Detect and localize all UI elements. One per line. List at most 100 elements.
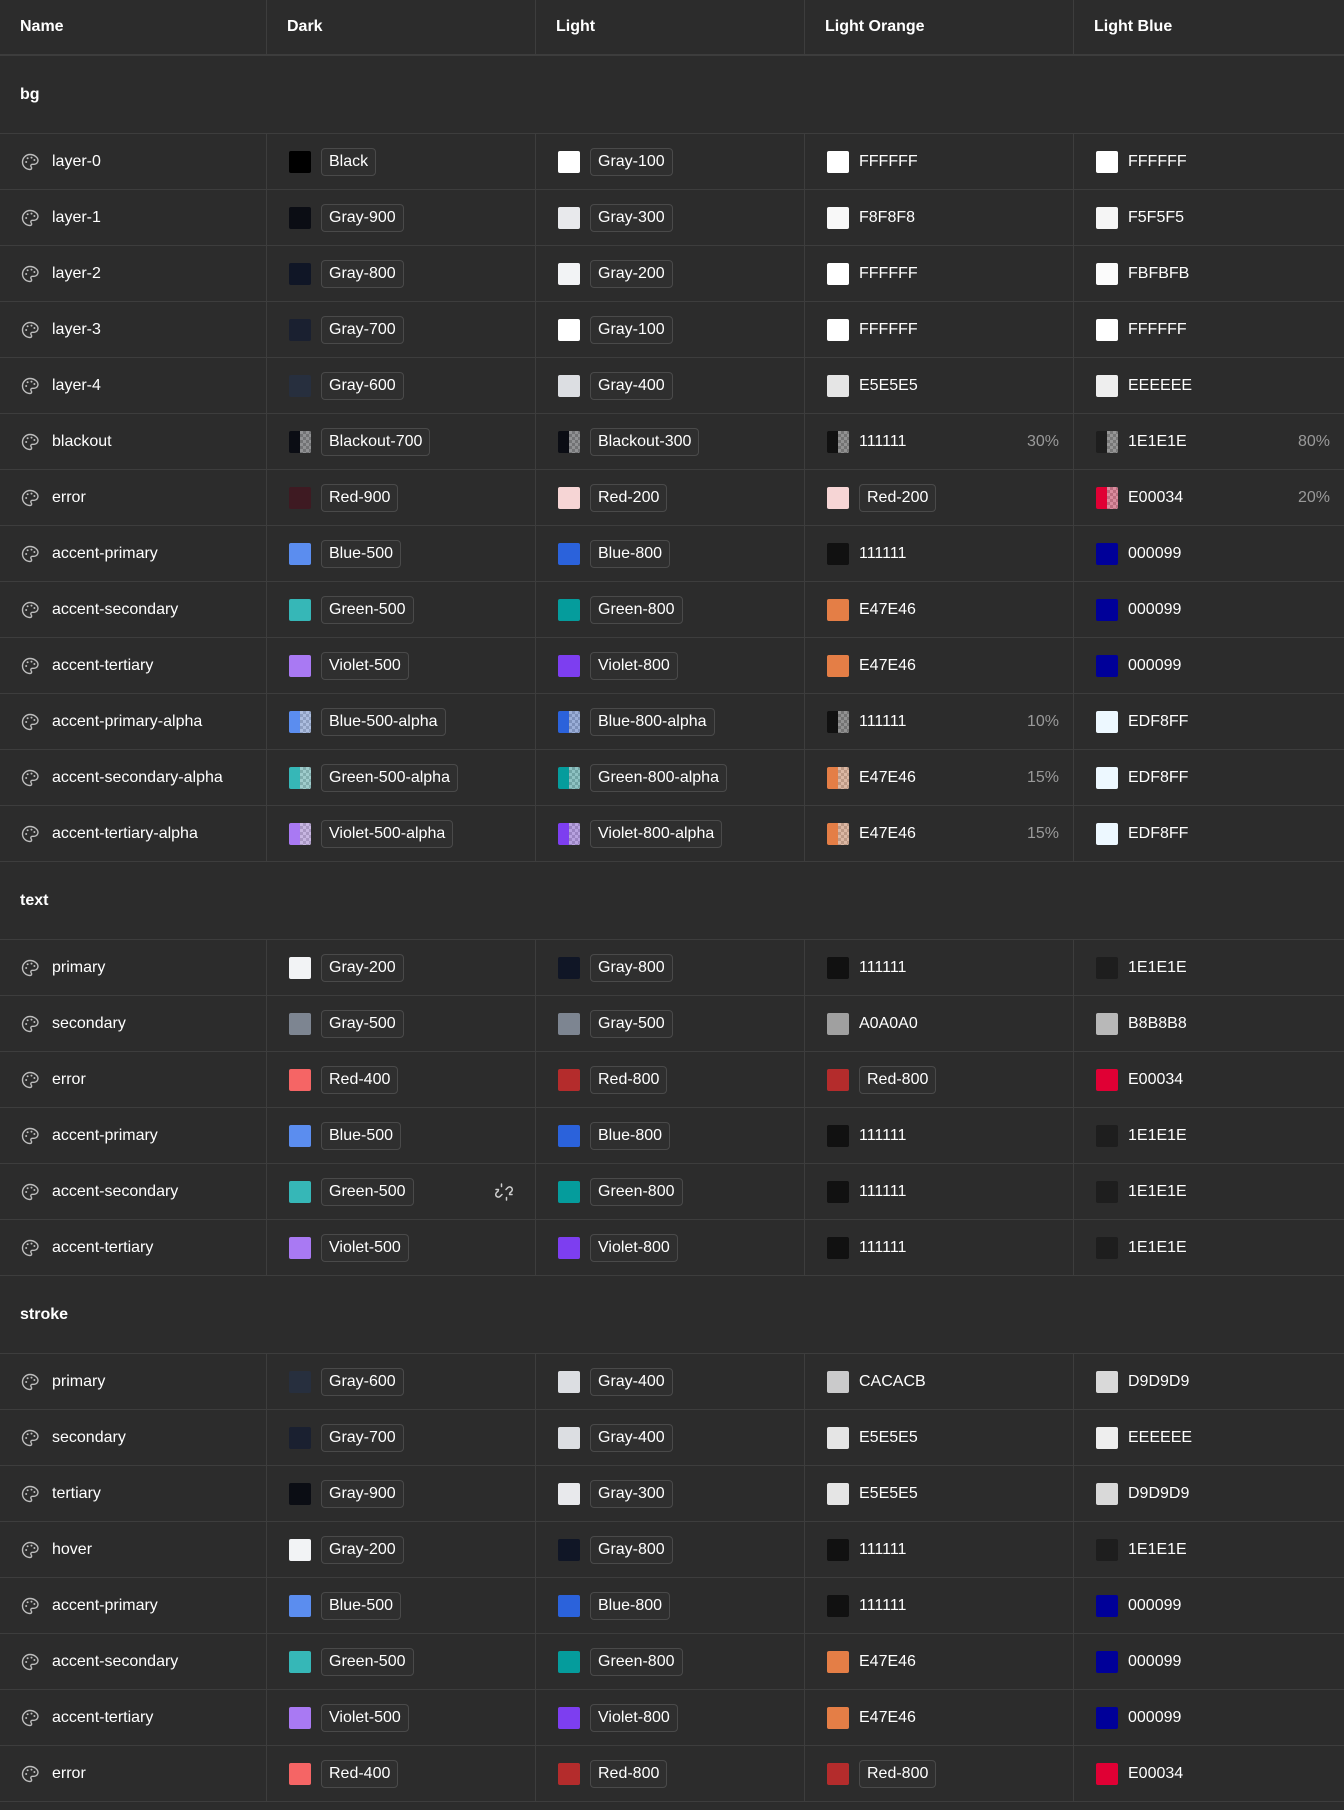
table-row[interactable]: layer-0 Black Gray-100 FFFFFF FFFFFF <box>0 134 1344 190</box>
value-cell-light-orange[interactable]: 111111 <box>805 526 1074 581</box>
value-cell-light[interactable]: Gray-800 <box>536 940 805 995</box>
token-chip[interactable]: Green-800-alpha <box>590 763 727 792</box>
token-chip[interactable]: Violet-500 <box>321 1703 409 1732</box>
value-cell-dark[interactable]: Gray-700 <box>267 302 536 357</box>
token-chip[interactable]: Gray-900 <box>321 1479 404 1508</box>
color-swatch[interactable] <box>558 1068 580 1091</box>
value-cell-dark[interactable]: Blue-500 <box>267 526 536 581</box>
value-cell-dark[interactable]: Black <box>267 134 536 189</box>
token-chip[interactable]: Green-800 <box>590 1647 683 1676</box>
token-chip[interactable]: Red-800 <box>590 1759 668 1788</box>
value-cell-light[interactable]: Gray-400 <box>536 358 805 413</box>
token-chip[interactable]: Gray-300 <box>590 1479 673 1508</box>
color-swatch[interactable] <box>1096 430 1118 453</box>
column-header-light-orange[interactable]: Light Orange <box>805 0 1074 54</box>
color-swatch[interactable] <box>558 542 580 565</box>
value-cell-light-orange[interactable]: E5E5E5 <box>805 1466 1074 1521</box>
value-cell-light-orange[interactable]: FFFFFF <box>805 302 1074 357</box>
color-swatch[interactable] <box>827 486 849 509</box>
color-swatch[interactable] <box>827 542 849 565</box>
color-swatch[interactable] <box>827 1594 849 1617</box>
color-swatch[interactable] <box>558 262 580 285</box>
value-cell-light-orange[interactable]: E47E46 <box>805 582 1074 637</box>
color-swatch[interactable] <box>289 374 311 397</box>
color-swatch[interactable] <box>827 430 849 453</box>
table-row[interactable]: primary Gray-600 Gray-400 CACACB D9D9D9 <box>0 1354 1344 1410</box>
token-chip[interactable]: Blue-500 <box>321 539 402 568</box>
value-cell-light-blue[interactable]: FBFBFB <box>1074 246 1344 301</box>
color-swatch[interactable] <box>1096 374 1118 397</box>
value-cell-light-orange[interactable]: Red-800 <box>805 1052 1074 1107</box>
color-swatch[interactable] <box>1096 262 1118 285</box>
value-cell-light-blue[interactable]: F5F5F5 <box>1074 190 1344 245</box>
value-cell-light-orange[interactable]: 111111 <box>805 940 1074 995</box>
value-cell-dark[interactable]: Gray-700 <box>267 1410 536 1465</box>
value-cell-dark[interactable]: Blue-500 <box>267 1578 536 1633</box>
color-swatch[interactable] <box>289 1426 311 1449</box>
token-chip[interactable]: Violet-800 <box>590 651 678 680</box>
value-cell-light[interactable]: Green-800 <box>536 1164 805 1219</box>
table-row[interactable]: layer-1 Gray-900 Gray-300 F8F8F8 F5F5F5 <box>0 190 1344 246</box>
color-swatch[interactable] <box>1096 598 1118 621</box>
color-swatch[interactable] <box>1096 1012 1118 1035</box>
value-cell-light[interactable]: Blue-800 <box>536 1578 805 1633</box>
value-cell-light-blue[interactable]: E00034 <box>1074 1746 1344 1801</box>
value-cell-light-orange[interactable]: E47E46 <box>805 638 1074 693</box>
value-cell-light-blue[interactable]: EDF8FF <box>1074 806 1344 861</box>
color-swatch[interactable] <box>289 822 311 845</box>
color-swatch[interactable] <box>289 262 311 285</box>
value-cell-light-blue[interactable]: 1E1E1E <box>1074 940 1344 995</box>
color-swatch[interactable] <box>558 822 580 845</box>
table-row[interactable]: layer-4 Gray-600 Gray-400 E5E5E5 EEEEEE <box>0 358 1344 414</box>
color-swatch[interactable] <box>558 598 580 621</box>
value-cell-light[interactable]: Gray-300 <box>536 1466 805 1521</box>
token-chip[interactable]: Red-400 <box>321 1759 399 1788</box>
value-cell-light-orange[interactable]: E47E46 15% <box>805 806 1074 861</box>
table-row[interactable]: accent-secondary Green-500 Green-800 E47E46… <box>0 1634 1344 1690</box>
value-cell-light-blue[interactable]: E00034 <box>1074 1052 1344 1107</box>
color-swatch[interactable] <box>558 1236 580 1259</box>
token-chip[interactable]: Gray-100 <box>590 147 673 176</box>
color-swatch[interactable] <box>1096 1706 1118 1729</box>
color-swatch[interactable] <box>827 1124 849 1147</box>
color-swatch[interactable] <box>558 766 580 789</box>
value-cell-light-orange[interactable]: 111111 <box>805 1164 1074 1219</box>
color-swatch[interactable] <box>289 956 311 979</box>
value-cell-light-blue[interactable]: EEEEEE <box>1074 1410 1344 1465</box>
token-chip[interactable]: Red-200 <box>859 483 937 512</box>
color-swatch[interactable] <box>289 598 311 621</box>
value-cell-dark[interactable]: Blue-500-alpha <box>267 694 536 749</box>
token-chip[interactable]: Gray-300 <box>590 203 673 232</box>
table-row[interactable]: error Red-400 Red-800 Red-800 E00034 <box>0 1746 1344 1802</box>
value-cell-light-orange[interactable]: E47E46 <box>805 1690 1074 1745</box>
value-cell-light-orange[interactable]: A0A0A0 <box>805 996 1074 1051</box>
table-row[interactable]: accent-secondary-alpha Green-500-alpha Gre… <box>0 750 1344 806</box>
color-swatch[interactable] <box>827 1482 849 1505</box>
color-swatch[interactable] <box>558 318 580 341</box>
color-swatch[interactable] <box>558 1650 580 1673</box>
value-cell-light-blue[interactable]: 000099 <box>1074 1690 1344 1745</box>
color-swatch[interactable] <box>289 150 311 173</box>
color-swatch[interactable] <box>827 374 849 397</box>
color-swatch[interactable] <box>827 262 849 285</box>
value-cell-dark[interactable]: Green-500 <box>267 1164 536 1219</box>
color-swatch[interactable] <box>1096 1236 1118 1259</box>
color-swatch[interactable] <box>1096 710 1118 733</box>
value-cell-light-blue[interactable]: FFFFFF <box>1074 134 1344 189</box>
color-swatch[interactable] <box>1096 1482 1118 1505</box>
color-swatch[interactable] <box>289 206 311 229</box>
value-cell-light-blue[interactable]: 1E1E1E <box>1074 1220 1344 1275</box>
value-cell-dark[interactable]: Gray-800 <box>267 246 536 301</box>
value-cell-dark[interactable]: Green-500-alpha <box>267 750 536 805</box>
color-swatch[interactable] <box>1096 654 1118 677</box>
value-cell-light-orange[interactable]: 111111 10% <box>805 694 1074 749</box>
color-swatch[interactable] <box>558 710 580 733</box>
table-row[interactable]: accent-primary Blue-500 Blue-800 111111 0000… <box>0 1578 1344 1634</box>
color-swatch[interactable] <box>289 1706 311 1729</box>
color-swatch[interactable] <box>289 1068 311 1091</box>
token-chip[interactable]: Blue-800 <box>590 1591 671 1620</box>
color-swatch[interactable] <box>558 206 580 229</box>
color-swatch[interactable] <box>1096 1370 1118 1393</box>
token-chip[interactable]: Red-800 <box>859 1759 937 1788</box>
value-cell-light-blue[interactable]: 000099 <box>1074 1634 1344 1689</box>
